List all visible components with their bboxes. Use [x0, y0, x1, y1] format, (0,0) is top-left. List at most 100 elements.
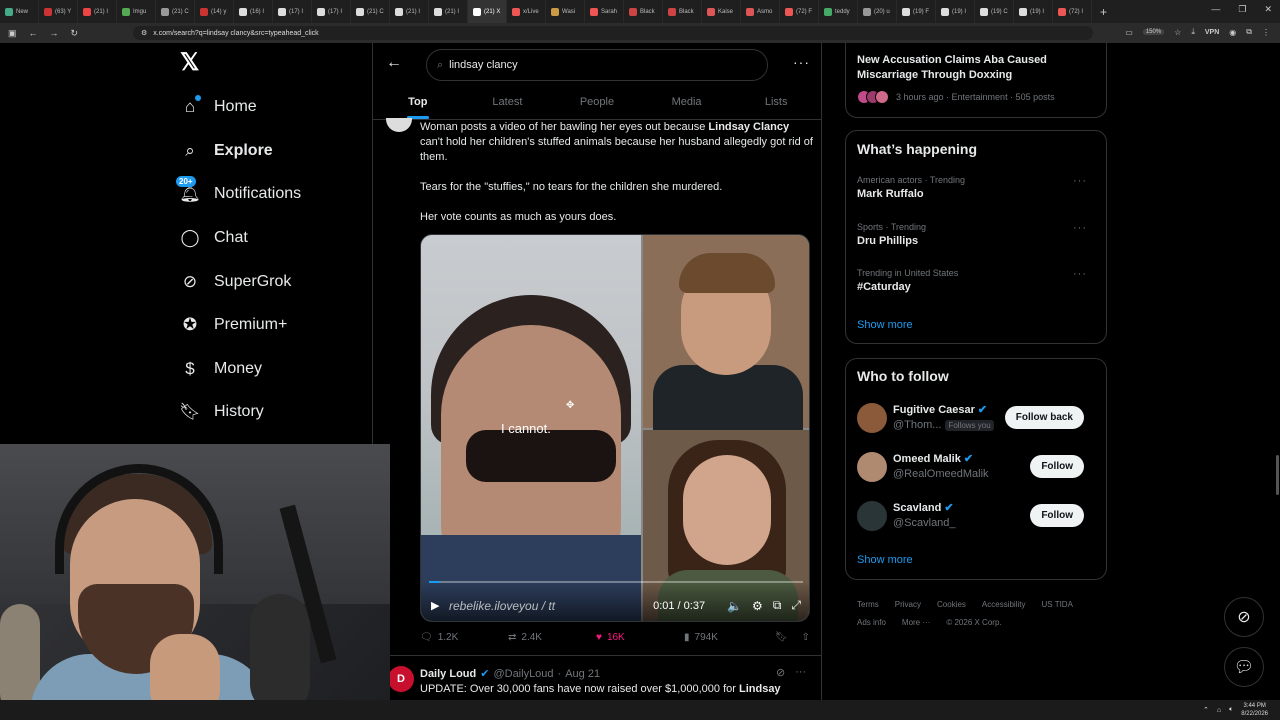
- nav-item-history[interactable]: 🔖︎ History: [179, 402, 264, 422]
- browser-tab[interactable]: (17) I: [312, 0, 351, 23]
- footer-link[interactable]: Terms: [857, 596, 879, 614]
- post2-author-name[interactable]: Daily Loud: [420, 668, 476, 680]
- tab-people[interactable]: People: [552, 88, 642, 119]
- footer-link[interactable]: Accessibility: [982, 596, 1026, 614]
- nav-item-home[interactable]: ⌂ Home: [180, 95, 257, 117]
- browser-tab[interactable]: Asmo: [741, 0, 780, 23]
- download-icon[interactable]: ⤓: [1191, 27, 1195, 37]
- follow-suggestion[interactable]: Fugitive Caesar ✔ @Thom... Follows you Follo…: [857, 401, 1097, 435]
- show-more-follow-link[interactable]: Show more: [857, 554, 913, 566]
- sidebar-toggle-icon[interactable]: ▣: [8, 28, 17, 39]
- speaker-icon[interactable]: 🔈︎: [1229, 706, 1233, 714]
- follow-button[interactable]: Follow back: [1004, 406, 1084, 429]
- clock[interactable]: 3:44 PM 8/22/2026: [1241, 702, 1268, 718]
- browser-tab[interactable]: (19) F: [897, 0, 936, 23]
- browser-tab[interactable]: (21) I: [78, 0, 117, 23]
- post2-avatar[interactable]: D: [388, 666, 414, 692]
- network-icon[interactable]: ⌂: [1217, 707, 1221, 714]
- browser-tab[interactable]: (21) C: [351, 0, 390, 23]
- browser-tab[interactable]: (72) F: [780, 0, 819, 23]
- follow-button[interactable]: Follow: [1030, 455, 1084, 478]
- views-button[interactable]: ▮ 794K: [684, 632, 772, 643]
- chevron-up-icon[interactable]: ⌃: [1203, 706, 1209, 714]
- browser-tab[interactable]: (19) I: [936, 0, 975, 23]
- more-options-icon[interactable]: ···: [1073, 268, 1087, 280]
- tab-media[interactable]: Media: [642, 88, 732, 119]
- star-icon[interactable]: ☆: [1174, 28, 1181, 37]
- minimize-icon[interactable]: —: [1211, 4, 1220, 15]
- browser-tab[interactable]: (72) I: [1053, 0, 1092, 23]
- post2-date[interactable]: Aug 21: [565, 668, 600, 680]
- trend-item[interactable]: Trending in United States #Caturday ···: [857, 268, 1097, 293]
- site-info-icon[interactable]: ⚙: [141, 29, 147, 37]
- browser-tab[interactable]: x/Live: [507, 0, 546, 23]
- share-icon[interactable]: ⇧: [802, 632, 810, 643]
- browser-tab[interactable]: (14) y: [195, 0, 234, 23]
- avatar[interactable]: [857, 403, 887, 433]
- browser-tab[interactable]: (19) I: [1014, 0, 1053, 23]
- browser-tab[interactable]: (16) I: [234, 0, 273, 23]
- reply-button[interactable]: 🗨 1.2K: [420, 632, 508, 643]
- footer-link[interactable]: US TIDA: [1042, 596, 1073, 614]
- footer-link[interactable]: Ads info: [857, 614, 886, 632]
- browser-tab[interactable]: (17) I: [273, 0, 312, 23]
- show-more-trends-link[interactable]: Show more: [857, 319, 913, 331]
- browser-tab[interactable]: (21) X: [468, 0, 507, 23]
- footer-link[interactable]: More ···: [902, 614, 930, 632]
- browser-tab[interactable]: Wasi: [546, 0, 585, 23]
- gear-icon[interactable]: ⚙: [752, 599, 763, 613]
- browser-tab[interactable]: (19) C: [975, 0, 1014, 23]
- avatar[interactable]: [857, 501, 887, 531]
- browser-tab[interactable]: Black: [624, 0, 663, 23]
- volume-icon[interactable]: 🔈: [727, 599, 742, 613]
- nav-item-premium[interactable]: ✪ Premium+: [180, 315, 287, 335]
- browser-tab[interactable]: Imgu: [117, 0, 156, 23]
- back-nav-icon[interactable]: ←: [29, 28, 38, 38]
- more-options-icon[interactable]: ···: [1073, 222, 1087, 234]
- nav-item-chat[interactable]: ◯ Chat: [180, 228, 247, 248]
- avatar[interactable]: [857, 452, 887, 482]
- grok-fab-button[interactable]: ⊘: [1224, 597, 1264, 637]
- follow-button[interactable]: Follow: [1030, 504, 1084, 527]
- nav-item-explore[interactable]: ⌕ Explore: [180, 141, 272, 161]
- back-arrow-icon[interactable]: ←: [386, 54, 402, 72]
- tab-lists[interactable]: Lists: [731, 88, 821, 119]
- fullscreen-icon[interactable]: ⤢: [791, 598, 801, 613]
- post-avatar[interactable]: [386, 118, 412, 132]
- browser-tab[interactable]: Sarah: [585, 0, 624, 23]
- bookmark-icon[interactable]: 🔖︎: [775, 632, 788, 643]
- follow-suggestion[interactable]: Omeed Malik ✔ @RealOmeedMalik Follow: [857, 450, 1097, 484]
- close-icon[interactable]: ✕: [1264, 4, 1272, 15]
- video-progress-bar[interactable]: [429, 581, 803, 583]
- footer-link[interactable]: © 2026 X Corp.: [946, 614, 1001, 632]
- account-icon[interactable]: ◉: [1229, 28, 1236, 37]
- browser-tab[interactable]: (21) I: [390, 0, 429, 23]
- nav-item-notifications[interactable]: 🔔︎ 20+ Notifications: [176, 176, 301, 204]
- footer-link[interactable]: Cookies: [937, 596, 966, 614]
- grok-icon[interactable]: ⊘: [776, 666, 785, 679]
- pip-icon[interactable]: ⧉: [773, 598, 782, 613]
- search-input[interactable]: ⌕ lindsay clancy: [426, 49, 768, 81]
- trend-item[interactable]: American actors · Trending Mark Ruffalo ··…: [857, 175, 1097, 200]
- trend-item[interactable]: Sports · Trending Dru Phillips ···: [857, 222, 1097, 247]
- reload-icon[interactable]: ↻: [71, 28, 79, 39]
- x-logo-icon[interactable]: 𝕏: [180, 51, 202, 75]
- tab-latest[interactable]: Latest: [463, 88, 553, 119]
- messages-fab-button[interactable]: 💬︎: [1224, 647, 1264, 687]
- play-icon[interactable]: ▶: [431, 599, 445, 612]
- like-button[interactable]: ♥ 16K: [596, 632, 684, 643]
- tab-top[interactable]: Top: [373, 88, 463, 119]
- browser-tab[interactable]: Kaise: [702, 0, 741, 23]
- browser-tab[interactable]: (63) Y: [39, 0, 78, 23]
- post2-handle[interactable]: @DailyLoud: [493, 668, 553, 680]
- screen-icon[interactable]: ▭: [1125, 28, 1133, 37]
- forward-nav-icon[interactable]: →: [50, 28, 59, 38]
- vpn-badge[interactable]: VPN: [1205, 29, 1219, 36]
- browser-tab[interactable]: (21) C: [156, 0, 195, 23]
- browser-tab[interactable]: Black: [663, 0, 702, 23]
- settings-icon[interactable]: ⋮: [1262, 28, 1270, 37]
- repost-button[interactable]: ⇄ 2.4K: [508, 632, 596, 643]
- extensions-icon[interactable]: ⧉: [1246, 27, 1252, 37]
- more-options-icon[interactable]: ···: [1073, 175, 1087, 187]
- more-options-icon[interactable]: ···: [795, 666, 806, 679]
